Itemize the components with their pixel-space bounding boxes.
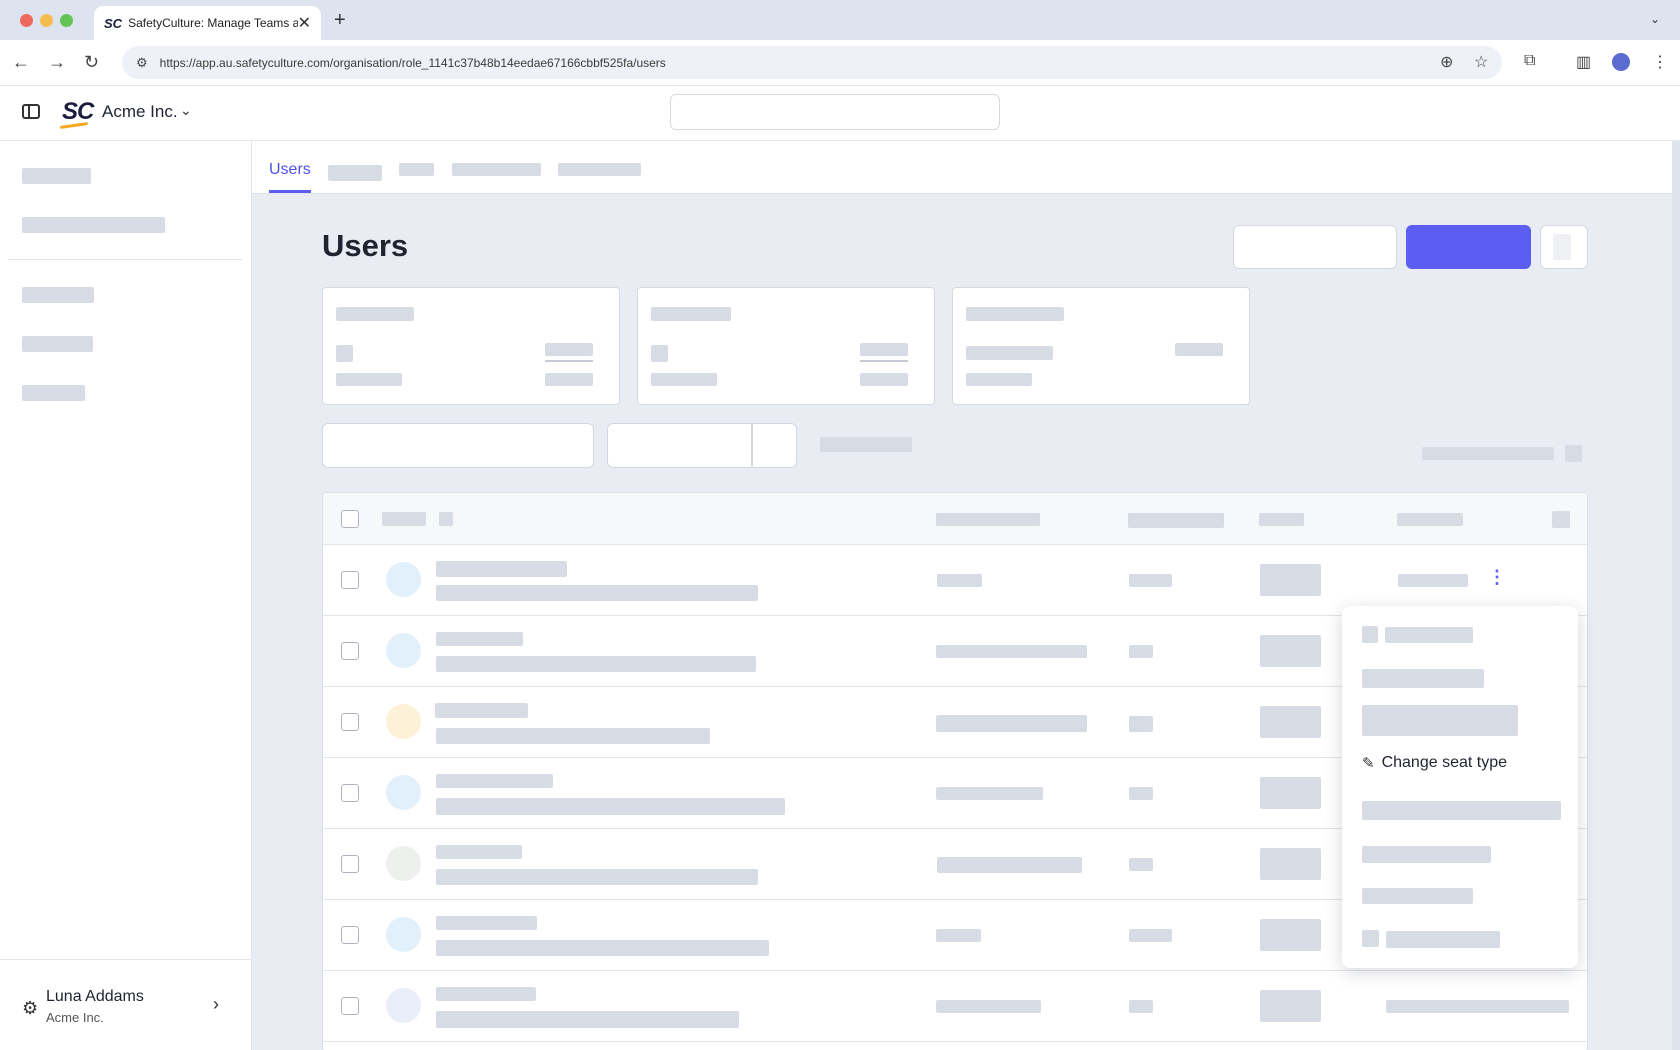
chevron-down-icon[interactable]: ⌄: [180, 102, 192, 119]
org-name[interactable]: Acme Inc.: [102, 102, 178, 122]
url-text: https://app.au.safetyculture.com/organis…: [159, 55, 666, 70]
tab-placeholder[interactable]: [558, 163, 641, 176]
filter-search-input[interactable]: [322, 423, 594, 468]
page-title: Users: [322, 228, 409, 263]
count-placeholder: [1422, 447, 1554, 460]
bookmark-star-icon[interactable]: ☆: [1474, 52, 1488, 72]
summary-card: [952, 287, 1250, 405]
favicon-icon: SC: [104, 15, 123, 31]
menu-item-icon-placeholder: [1362, 626, 1378, 643]
row-actions-icon[interactable]: ⋮: [1488, 567, 1506, 588]
new-tab-button[interactable]: +: [334, 9, 346, 32]
menu-item-placeholder[interactable]: [1362, 669, 1484, 688]
browser-titlebar: SC SafetyCulture: Manage Teams and... ✕ …: [0, 0, 1680, 40]
tab-users[interactable]: Users: [269, 161, 311, 179]
active-tab-indicator: [269, 190, 311, 193]
avatar: [386, 704, 421, 739]
change-seat-type-label: Change seat type: [1381, 754, 1507, 771]
avatar: [386, 633, 421, 668]
extensions-icon[interactable]: ⧉: [1524, 52, 1535, 70]
reload-icon[interactable]: ↻: [84, 52, 99, 73]
side-panel-icon[interactable]: ▥: [1576, 52, 1591, 72]
minimize-window-button[interactable]: [40, 14, 53, 27]
sidebar-item-placeholder[interactable]: [22, 217, 165, 233]
select-all-checkbox[interactable]: [341, 510, 359, 528]
row-checkbox[interactable]: [341, 713, 359, 731]
close-tab-icon[interactable]: ✕: [298, 13, 311, 33]
row-checkbox[interactable]: [341, 784, 359, 802]
profile-avatar[interactable]: [1612, 53, 1630, 71]
tab-title: SafetyCulture: Manage Teams and...: [128, 16, 298, 30]
tab-placeholder[interactable]: [452, 163, 541, 176]
filter-select[interactable]: [607, 423, 797, 468]
avatar: [386, 775, 421, 810]
row-checkbox[interactable]: [341, 642, 359, 660]
sidebar-item-placeholder[interactable]: [22, 168, 91, 184]
summary-card: [322, 287, 620, 405]
sidebar-item-placeholder[interactable]: [22, 336, 93, 352]
tab-search-chevron-icon[interactable]: ⌄: [1650, 12, 1660, 26]
secondary-button[interactable]: [1233, 225, 1397, 269]
user-menu[interactable]: ⚙ Luna Addams Acme Inc. ›: [0, 959, 252, 1050]
menu-item-placeholder[interactable]: [1362, 846, 1491, 863]
summary-card: [637, 287, 935, 405]
browser-toolbar: ← → ↻ ⚙ https://app.au.safetyculture.com…: [0, 40, 1680, 86]
menu-item-placeholder[interactable]: [1362, 705, 1518, 736]
zoom-icon[interactable]: ⊕: [1440, 52, 1453, 72]
avatar: [386, 988, 421, 1023]
user-org: Acme Inc.: [46, 1010, 104, 1025]
change-seat-type-menu-item[interactable]: ✎ Change seat type: [1362, 754, 1507, 772]
search-input[interactable]: [670, 94, 1000, 130]
row-checkbox[interactable]: [341, 571, 359, 589]
view-toggle-placeholder[interactable]: [1565, 445, 1582, 462]
browser-menu-icon[interactable]: ⋮: [1652, 52, 1668, 72]
table-header: [323, 493, 1587, 545]
sidebar-toggle-icon[interactable]: [22, 104, 40, 119]
back-icon[interactable]: ←: [12, 52, 30, 73]
forward-icon[interactable]: →: [48, 52, 66, 73]
avatar: [386, 846, 421, 881]
tab-placeholder[interactable]: [399, 163, 434, 176]
filter-link-placeholder[interactable]: [820, 437, 912, 452]
user-name: Luna Addams: [46, 988, 144, 1005]
table-row[interactable]: [323, 971, 1587, 1042]
primary-button[interactable]: [1406, 225, 1531, 269]
menu-item-placeholder[interactable]: [1386, 931, 1500, 948]
more-options-button[interactable]: [1540, 225, 1588, 269]
sidebar: ⚙ Luna Addams Acme Inc. ›: [0, 141, 252, 1050]
menu-item-placeholder[interactable]: [1362, 888, 1473, 904]
address-bar[interactable]: ⚙ https://app.au.safetyculture.com/organ…: [122, 46, 1502, 79]
sidebar-item-placeholder[interactable]: [22, 385, 85, 401]
row-checkbox[interactable]: [341, 997, 359, 1015]
page-tabs: Users: [252, 141, 1672, 194]
browser-tab[interactable]: SC SafetyCulture: Manage Teams and... ✕: [94, 6, 321, 40]
avatar: [386, 917, 421, 952]
menu-item-placeholder[interactable]: [1385, 627, 1473, 643]
menu-item-icon-placeholder: [1362, 930, 1379, 947]
gear-icon: ⚙: [22, 998, 39, 1018]
app-header: SC Acme Inc. ⌄: [0, 86, 1680, 141]
avatar: [386, 562, 421, 597]
menu-item-placeholder[interactable]: [1362, 801, 1561, 820]
tab-placeholder[interactable]: [328, 165, 382, 181]
chevron-right-icon[interactable]: ›: [213, 994, 219, 1015]
seat-type-icon: ✎: [1362, 755, 1375, 772]
zoom-window-button[interactable]: [60, 14, 73, 27]
sidebar-item-placeholder[interactable]: [22, 287, 94, 303]
site-settings-icon[interactable]: ⚙: [136, 55, 148, 71]
row-checkbox[interactable]: [341, 926, 359, 944]
logo[interactable]: SC: [62, 98, 94, 126]
row-checkbox[interactable]: [341, 855, 359, 873]
sidebar-divider: [8, 259, 242, 260]
close-window-button[interactable]: [20, 14, 33, 27]
row-actions-menu: ✎ Change seat type: [1342, 606, 1578, 968]
